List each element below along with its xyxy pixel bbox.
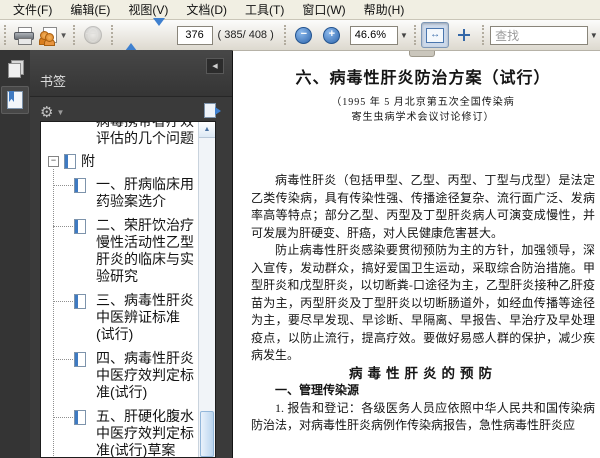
paragraph: 防止病毒性肝炎感染要贯彻预防为主的方针，加强领导，深入宣传，发动群众，搞好爱国卫…: [251, 243, 595, 362]
toolbar: ▼ ( 385/ 408 ) − + 46.6% ▼ ↔: [0, 18, 600, 51]
bookmark-item[interactable]: 五、肝硬化腹水中医疗效判定标准(试行)草案: [53, 408, 199, 457]
web-capture-button: [80, 23, 106, 47]
plus-icon: +: [323, 26, 341, 44]
arrow-down-icon: [152, 18, 165, 44]
panel-collapse-button[interactable]: ◀: [206, 58, 224, 74]
page-count-label: ( 385/ 408 ): [217, 29, 274, 41]
menu-view[interactable]: 视图(V): [119, 0, 177, 19]
bookmark-item[interactable]: 三、病毒性肝炎中医辨证标准(试行): [53, 292, 199, 343]
document-pane: 六、病毒性肝炎防治方案（试行） （1995 年 5 月北京第五次全国传染病 寄生…: [232, 50, 600, 458]
scrollbar-thumb[interactable]: [200, 411, 214, 457]
bookmark-parent-row[interactable]: − 附: [48, 153, 199, 170]
options-gear-icon[interactable]: ⚙: [40, 105, 53, 120]
printer-icon: [14, 27, 34, 45]
bookmark-page-icon: [74, 178, 86, 193]
bookmarks-icon: [7, 91, 23, 109]
zoom-in-button[interactable]: +: [319, 23, 345, 47]
nav-pages-button[interactable]: [2, 55, 28, 81]
bookmark-page-icon: [74, 219, 86, 234]
pdf-reader-window: 文件(F) 编辑(E) 视图(V) 文档(D) 工具(T) 窗口(W) 帮助(H…: [0, 0, 600, 458]
find-input[interactable]: 查找: [490, 25, 588, 45]
toolbar-grip[interactable]: [72, 25, 75, 45]
zoom-out-button[interactable]: −: [291, 23, 317, 47]
toolbar-grip[interactable]: [110, 25, 113, 45]
nav-bookmarks-button[interactable]: [1, 86, 29, 114]
find-dropdown-button[interactable]: ▼: [588, 26, 600, 45]
minus-icon: −: [295, 26, 313, 44]
bookmark-page-icon: [64, 154, 76, 169]
bookmarks-panel-title: 书签: [40, 74, 67, 89]
scrollbar-up-button[interactable]: ▲: [199, 122, 215, 138]
bookmark-page-icon: [74, 352, 86, 367]
collaborate-button[interactable]: ▼: [39, 23, 68, 47]
bookmarks-panel-header: 书签 ◀: [30, 50, 232, 97]
bookmark-children: 一、肝病临床用药验案选介 二、荣肝饮治疗慢性活动性乙型肝炎的临床与实验研究 三、…: [53, 169, 199, 457]
pane-grabber[interactable]: [409, 51, 435, 57]
toolbar-grip[interactable]: [414, 25, 417, 45]
section-heading: 病毒性肝炎的预防: [349, 365, 497, 381]
bookmark-page-icon: [74, 410, 86, 425]
menu-file[interactable]: 文件(F): [4, 0, 61, 19]
arrow-up-icon: [124, 26, 137, 51]
bookmark-page-icon: [74, 294, 86, 309]
zoom-level-field[interactable]: 46.6%: [349, 25, 398, 45]
collapse-minus-icon[interactable]: −: [48, 156, 59, 167]
previous-page-button[interactable]: [118, 23, 144, 51]
bookmark-parent-label: 附: [81, 153, 95, 169]
pages-icon: [7, 59, 24, 78]
bookmark-item[interactable]: 四、病毒性肝炎中医疗效判定标准(试行): [53, 350, 199, 401]
document-title: 六、病毒性肝炎防治方案（试行）: [295, 70, 551, 87]
document-subtitle: （1995 年 5 月北京第五次全国传染病 寄生虫病学术会议讨论修订）: [251, 95, 595, 125]
sub-heading: 一、管理传染源: [275, 383, 360, 397]
menu-bar: 文件(F) 编辑(E) 视图(V) 文档(D) 工具(T) 窗口(W) 帮助(H…: [0, 0, 600, 20]
fit-width-icon: ↔: [426, 27, 445, 43]
bookmark-item[interactable]: 二、荣肝饮治疗慢性活动性乙型肝炎的临床与实验研究: [53, 217, 199, 285]
fit-page-icon: [458, 29, 471, 41]
page-number-input[interactable]: [176, 25, 213, 45]
navigation-strip: [0, 50, 31, 458]
document-body: 病毒性肝炎（包括甲型、乙型、丙型、丁型与戊型）是法定乙类传染病，具有传染性强、传…: [251, 172, 595, 435]
toolbar-grip[interactable]: [4, 25, 6, 45]
toolbar-grip[interactable]: [283, 25, 286, 45]
bookmarks-tree-content: 病毒携带者疗效评估的几个问题 − 附 一、肝病临床用药验案选介 二、荣肝饮治疗慢…: [41, 122, 199, 457]
menu-document[interactable]: 文档(D): [177, 0, 236, 19]
next-page-button[interactable]: [146, 18, 172, 47]
globe-icon: [83, 26, 102, 44]
menu-edit[interactable]: 编辑(E): [61, 0, 119, 19]
document-page: 六、病毒性肝炎防治方案（试行） （1995 年 5 月北京第五次全国传染病 寄生…: [233, 51, 600, 435]
print-button[interactable]: [11, 23, 37, 47]
subtitle-line-1: （1995 年 5 月北京第五次全国传染病: [331, 97, 515, 108]
bookmarks-panel: 书签 ◀ ⚙ ▼ 病毒携带者疗效评估的几个问题 − 附 一、肝病临床用药验案选介: [30, 50, 232, 458]
subtitle-line-2: 寄生虫病学术会议讨论修订）: [351, 112, 495, 123]
bookmark-item[interactable]: 一、肝病临床用药验案选介: [53, 176, 199, 210]
chevron-down-icon: ▼: [56, 107, 65, 117]
paragraph: 病毒性肝炎（包括甲型、乙型、丙型、丁型与戊型）是法定乙类传染病，具有传染性强、传…: [251, 173, 595, 240]
toolbar-grip[interactable]: [482, 25, 485, 45]
menu-tools[interactable]: 工具(T): [236, 0, 293, 19]
goto-bookmark-icon[interactable]: [204, 103, 221, 119]
chevron-down-icon: ▼: [59, 30, 68, 40]
menu-window[interactable]: 窗口(W): [293, 0, 354, 19]
zoom-dropdown-button[interactable]: ▼: [398, 26, 410, 45]
fit-width-button[interactable]: ↔: [421, 22, 450, 48]
fit-page-button[interactable]: [451, 23, 477, 47]
bookmarks-scrollbar[interactable]: ▲: [198, 122, 215, 457]
bookmarks-tree: 病毒携带者疗效评估的几个问题 − 附 一、肝病临床用药验案选介 二、荣肝饮治疗慢…: [40, 121, 216, 458]
bookmark-item[interactable]: 病毒携带者疗效评估的几个问题: [94, 122, 199, 147]
menu-help[interactable]: 帮助(H): [355, 0, 414, 19]
paragraph: 1. 报告和登记：各级医务人员应依照中华人民共和国传染病防治法，对病毒性肝炎病例…: [251, 400, 595, 433]
collaborate-icon: [39, 26, 58, 46]
